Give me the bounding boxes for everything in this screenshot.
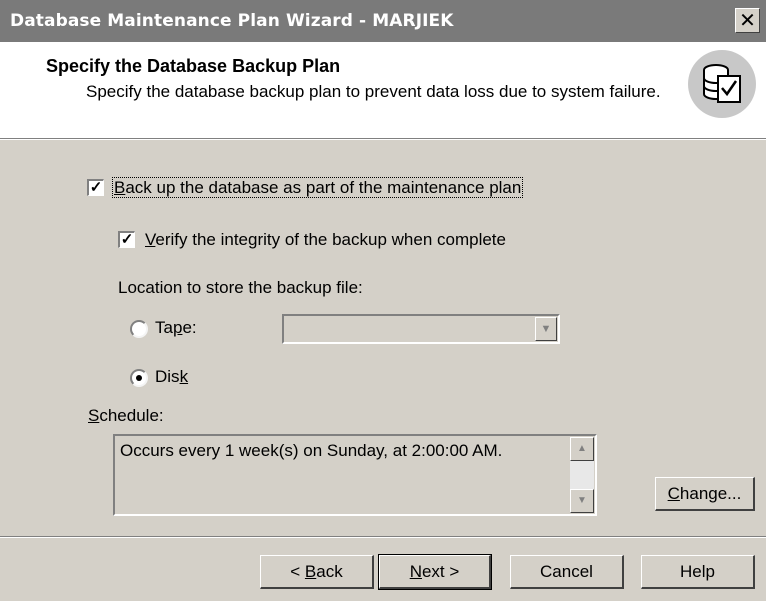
verify-checkbox-label[interactable]: Verify the integrity of the backup when … bbox=[145, 230, 506, 250]
backup-checkbox[interactable]: ✓ bbox=[87, 179, 104, 196]
disk-radio[interactable] bbox=[130, 369, 148, 387]
schedule-label: Schedule: bbox=[88, 406, 164, 425]
title-bar: Database Maintenance Plan Wizard - MARJI… bbox=[0, 0, 766, 42]
change-button[interactable]: Change... bbox=[655, 477, 755, 511]
back-button[interactable]: < Back bbox=[260, 555, 374, 589]
verify-checkbox[interactable]: ✓ bbox=[118, 231, 135, 248]
close-icon: ✕ bbox=[739, 10, 756, 32]
header-divider bbox=[0, 138, 766, 140]
radio-dot-icon bbox=[136, 375, 142, 381]
header-subtitle: Specify the database backup plan to prev… bbox=[86, 82, 661, 101]
backup-checkbox-label[interactable]: Back up the database as part of the main… bbox=[112, 177, 524, 198]
checkmark-icon: ✓ bbox=[89, 179, 103, 196]
cancel-button[interactable]: Cancel bbox=[510, 555, 624, 589]
disk-radio-label[interactable]: Disk bbox=[155, 367, 188, 387]
chevron-down-icon[interactable]: ▼ bbox=[535, 317, 557, 341]
schedule-scrollbar[interactable]: ▲ ▼ bbox=[570, 437, 594, 513]
help-button[interactable]: Help bbox=[641, 555, 755, 589]
next-button[interactable]: Next > bbox=[378, 554, 492, 590]
close-button[interactable]: ✕ bbox=[735, 8, 760, 33]
location-label: Location to store the backup file: bbox=[118, 278, 363, 297]
schedule-text: Occurs every 1 week(s) on Sunday, at 2:0… bbox=[120, 441, 503, 460]
checkmark-icon: ✓ bbox=[120, 231, 134, 248]
tape-radio-label[interactable]: Tape: bbox=[155, 318, 197, 338]
database-checklist-icon bbox=[688, 50, 756, 118]
scroll-down-icon[interactable]: ▼ bbox=[570, 489, 594, 513]
header-title: Specify the Database Backup Plan bbox=[46, 56, 341, 76]
wizard-header: Specify the Database Backup Plan Specify… bbox=[0, 42, 766, 138]
tape-device-select[interactable]: ▼ bbox=[282, 314, 560, 344]
footer-divider bbox=[0, 536, 766, 538]
scroll-up-icon[interactable]: ▲ bbox=[570, 437, 594, 461]
window-title: Database Maintenance Plan Wizard - MARJI… bbox=[10, 11, 454, 31]
schedule-textbox[interactable]: Occurs every 1 week(s) on Sunday, at 2:0… bbox=[113, 434, 597, 516]
tape-radio[interactable] bbox=[130, 320, 148, 338]
